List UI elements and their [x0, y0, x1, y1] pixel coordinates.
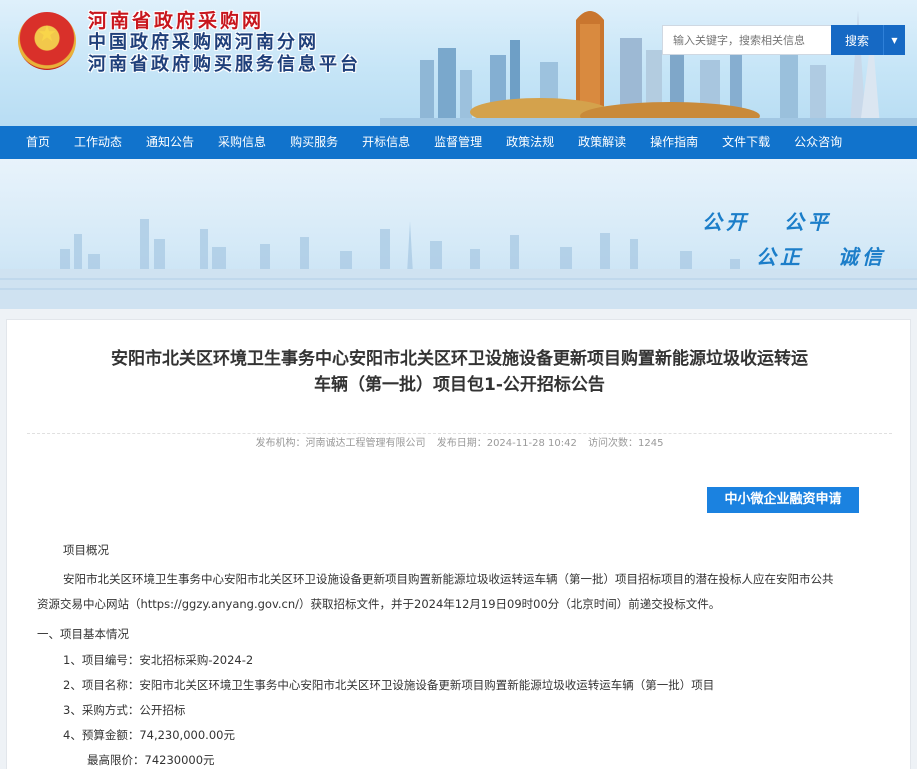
- slogan-just: 公正: [756, 245, 804, 269]
- article-title: 安阳市北关区环境卫生事务中心安阳市北关区环卫设施设备更新项目购置新能源垃圾收运转…: [17, 346, 902, 398]
- item-max-price: 最高限价：74230000元: [87, 753, 215, 767]
- article-container: 安阳市北关区环境卫生事务中心安阳市北关区环卫设施设备更新项目购置新能源垃圾收运转…: [6, 319, 911, 769]
- nav-item-policies[interactable]: 政策法规: [494, 126, 566, 159]
- meta-divider: [27, 433, 892, 434]
- nav-item-procurement-info[interactable]: 采购信息: [206, 126, 278, 159]
- site-title-line2: 中国政府采购网河南分网: [88, 32, 319, 53]
- article-meta: 发布机构：河南诚达工程管理有限公司 发布日期：2024-11-28 10:42 …: [7, 434, 912, 449]
- site-title-line1: 河南省政府采购网: [88, 10, 265, 32]
- site-title-line3: 河南省政府购买服务信息平台: [88, 54, 361, 75]
- search-bar: 搜索 ▼: [662, 25, 905, 55]
- nav-item-supervision[interactable]: 监督管理: [422, 126, 494, 159]
- item-project-number: 1、项目编号：安北招标采购-2024-2: [63, 653, 254, 667]
- search-dropdown-button[interactable]: ▼: [883, 25, 905, 55]
- item-procurement-method: 3、采购方式：公开招标: [63, 703, 186, 717]
- article-title-line1: 安阳市北关区环境卫生事务中心安阳市北关区环卫设施设备更新项目购置新能源垃圾收运转…: [111, 349, 808, 369]
- nav-item-work-news[interactable]: 工作动态: [62, 126, 134, 159]
- search-input[interactable]: [662, 25, 831, 55]
- main-nav: 首页 工作动态 通知公告 采购信息 购买服务 开标信息 监督管理 政策法规 政策…: [0, 126, 917, 159]
- publish-date: 发布日期：2024-11-28 10:42: [436, 438, 577, 449]
- sme-financing-apply-button[interactable]: 中小微企业融资申请: [707, 487, 859, 513]
- slogan-open: 公开: [702, 210, 750, 234]
- national-emblem-icon: ★: [18, 12, 76, 70]
- banner: 公开 公平 公正 诚信: [0, 159, 917, 309]
- slogan-integrity: 诚信: [838, 245, 886, 269]
- article-title-line2: 车辆（第一批）项目包1-公开招标公告: [314, 375, 605, 395]
- overview-heading: 项目概况: [63, 543, 109, 557]
- slogan-fair: 公平: [784, 210, 832, 234]
- item-project-name: 2、项目名称：安阳市北关区环境卫生事务中心安阳市北关区环卫设施设备更新项目购置新…: [63, 678, 715, 692]
- site-title[interactable]: 河南省政府采购网 中国政府采购网河南分网 河南省政府购买服务信息平台: [88, 10, 361, 76]
- overview-paragraph-line2: 资源交易中心网站（https://ggzy.anyang.gov.cn/）获取招…: [37, 597, 721, 611]
- item-budget-amount: 4、预算金额：74,230,000.00元: [63, 728, 235, 742]
- nav-item-bid-opening[interactable]: 开标信息: [350, 126, 422, 159]
- nav-item-notices[interactable]: 通知公告: [134, 126, 206, 159]
- visit-count: 访问次数：1245: [588, 438, 664, 449]
- nav-item-downloads[interactable]: 文件下载: [710, 126, 782, 159]
- nav-item-policy-interpretation[interactable]: 政策解读: [566, 126, 638, 159]
- overview-paragraph-line1: 安阳市北关区环境卫生事务中心安阳市北关区环卫设施设备更新项目购置新能源垃圾收运转…: [63, 572, 834, 586]
- banner-city-illustration: [0, 219, 917, 309]
- nav-item-home[interactable]: 首页: [14, 126, 62, 159]
- header-skyline-illustration: [380, 10, 917, 126]
- chevron-down-icon: ▼: [891, 35, 898, 45]
- nav-item-consultation[interactable]: 公众咨询: [782, 126, 854, 159]
- section-basic-info-heading: 一、项目基本情况: [37, 627, 129, 641]
- search-button[interactable]: 搜索: [831, 25, 883, 55]
- publisher-label: 发布机构：河南诚达工程管理有限公司: [255, 438, 426, 449]
- nav-item-purchase-services[interactable]: 购买服务: [278, 126, 350, 159]
- site-header: ★ 河南省政府采购网 中国政府采购网河南分网 河南省政府购买服务信息平台 搜索 …: [0, 0, 917, 126]
- nav-item-guide[interactable]: 操作指南: [638, 126, 710, 159]
